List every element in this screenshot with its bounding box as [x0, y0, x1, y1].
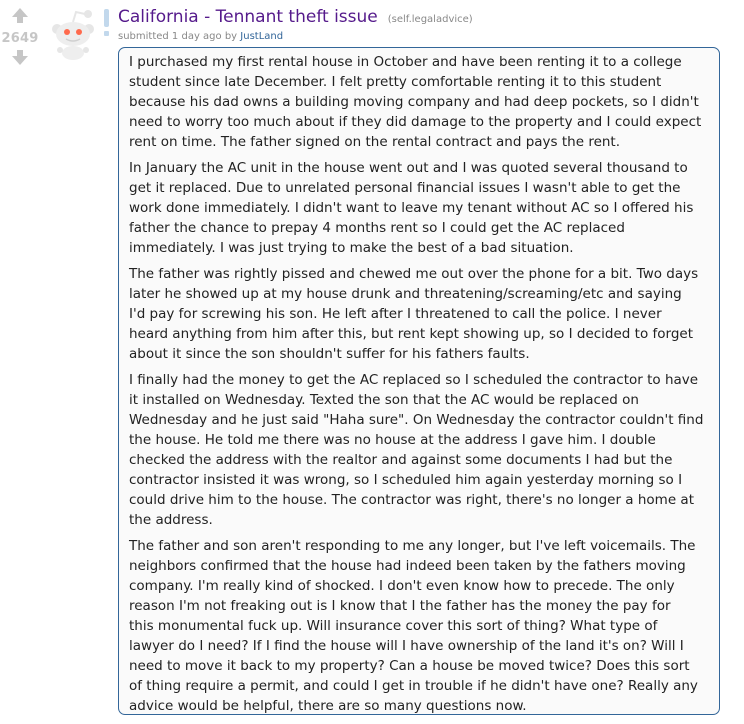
post-title-link[interactable]: California - Tennant theft issue	[118, 7, 378, 27]
paragraph-line: about it since the son shouldn't suffer …	[129, 346, 530, 362]
paragraph-line: In January the AC unit in the house went…	[129, 160, 688, 176]
paragraph-line: heard anything from him after this, but …	[129, 326, 693, 342]
paragraph-line: need to worry too much about if they did…	[129, 114, 702, 130]
paragraph-line: neighbors confirmed that the house had i…	[129, 558, 686, 574]
paragraph-line: lawyer do I need? If I find the house wi…	[129, 638, 684, 654]
downvote-arrow-icon[interactable]	[12, 50, 28, 65]
paragraph-line: I'd pay for screwing his son. He left af…	[129, 306, 662, 322]
paragraph-line: the house. He told me there was no house…	[129, 432, 656, 448]
tagline: submitted 1 day ago by JustLand	[118, 31, 283, 42]
paragraph-line: advice would be helpful, there are so ma…	[129, 698, 527, 714]
post-paragraph: I purchased my first rental house in Oct…	[129, 52, 719, 152]
paragraph-line: The father was rightly pissed and chewed…	[129, 266, 699, 282]
paragraph-line: this monumental fuck up. Will insurance …	[129, 618, 658, 634]
vote-column: 2649	[0, 8, 40, 65]
paragraph-line: Wednesday and he just said "Haha sure". …	[129, 412, 704, 428]
paragraph-line: need to move it back to my property? Can…	[129, 658, 690, 674]
paragraph-line: contractor insisted it was wrong, so I s…	[129, 472, 683, 488]
paragraph-line: I purchased my first rental house in Oct…	[129, 54, 682, 70]
post-paragraph: In January the AC unit in the house went…	[129, 158, 719, 258]
post-domain[interactable]: (self.legaladvice)	[388, 14, 473, 25]
post-body: I purchased my first rental house in Oct…	[118, 47, 720, 715]
paragraph-line: could drive him to the house. The contra…	[129, 492, 694, 508]
paragraph-line: The father and son aren't responding to …	[129, 538, 696, 554]
paragraph-line: checked the address with the realtor and…	[129, 452, 673, 468]
author-link[interactable]: JustLand	[240, 31, 283, 42]
post: 2649 California - Tennant theft issue (se…	[0, 0, 744, 724]
paragraph-line: company. I'm really kind of shocked. I d…	[129, 578, 675, 594]
post-paragraph: The father was rightly pissed and chewed…	[129, 264, 719, 364]
paragraph-line: later he showed up at my house drunk and…	[129, 286, 682, 302]
paragraph-line: get it replaced. Due to unrelated person…	[129, 180, 681, 196]
paragraph-line: work done immediately. I didn't want to …	[129, 200, 694, 216]
paragraph-line: student since late December. I felt pret…	[129, 74, 662, 90]
upvote-arrow-icon[interactable]	[12, 8, 28, 23]
paragraph-line: rent on time. The father signed on the r…	[129, 134, 621, 150]
post-paragraph: I finally had the money to get the AC re…	[129, 370, 719, 530]
reddit-alien-self-post-icon[interactable]	[44, 8, 102, 60]
paragraph-line: of thing require a permit, and could I g…	[129, 678, 698, 694]
post-paragraph: The father and son aren't responding to …	[129, 536, 719, 714]
submitted-text: submitted 1 day ago by	[118, 31, 238, 42]
paragraph-line: father the chance to prepay 4 months ren…	[129, 220, 625, 236]
paragraph-line: immediately. I was just trying to make t…	[129, 240, 574, 256]
paragraph-line: the address.	[129, 512, 213, 528]
exclamation-icon	[104, 9, 110, 36]
paragraph-line: I finally had the money to get the AC re…	[129, 372, 699, 388]
paragraph-line: it installed on Wednesday. Texted the so…	[129, 392, 639, 408]
paragraph-line: because his dad owns a building moving c…	[129, 94, 699, 110]
score: 2649	[1, 31, 39, 46]
title-line: California - Tennant theft issue (self.le…	[118, 7, 473, 27]
paragraph-line: reason I'm not freaking out is I know th…	[129, 598, 671, 614]
